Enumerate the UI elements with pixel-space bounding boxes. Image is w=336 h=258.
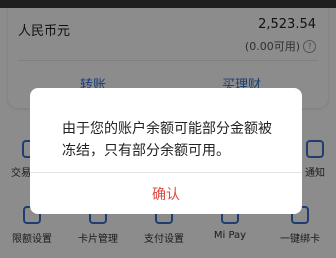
dialog-divider — [30, 172, 302, 173]
confirm-button[interactable]: 确认 — [30, 184, 302, 204]
dialog-message: 由于您的账户余额可能部分金额被冻结，只有部分余额可用。 — [62, 121, 272, 159]
alert-dialog: 由于您的账户余额可能部分金额被冻结，只有部分余额可用。 确认 — [30, 88, 302, 214]
